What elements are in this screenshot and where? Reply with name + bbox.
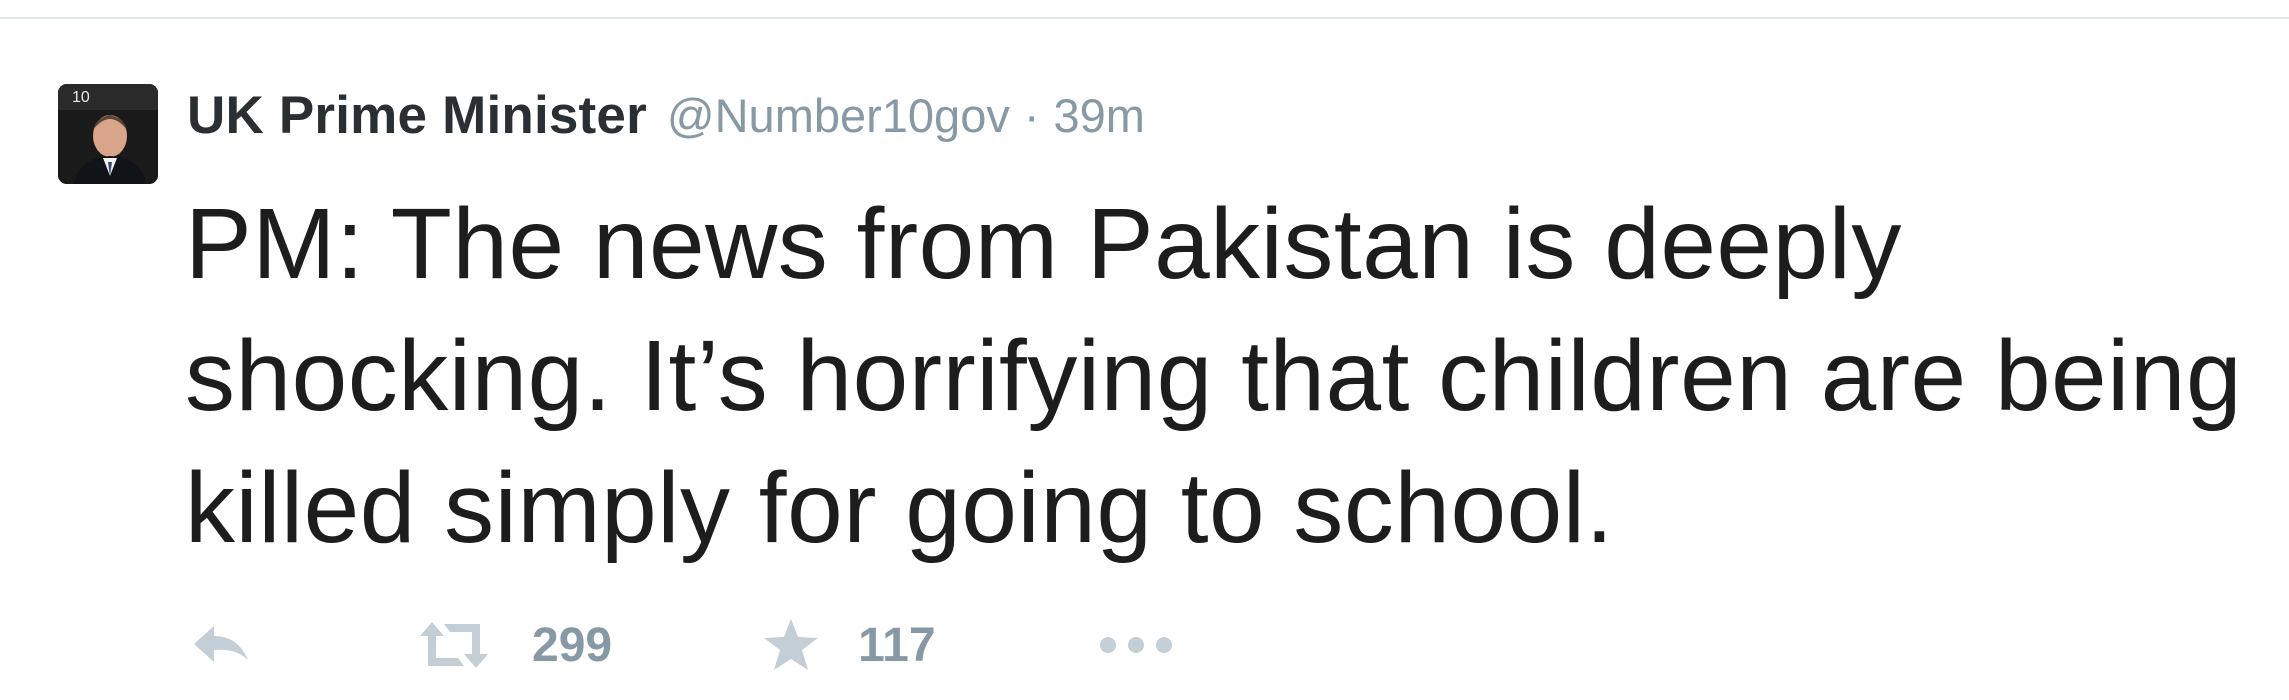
more-dots-icon xyxy=(1099,637,1172,653)
star-icon xyxy=(764,619,819,670)
reply-icon xyxy=(194,626,248,662)
tweet-card: 10 UK Prime Minister @Number10gov · 39m … xyxy=(0,0,2289,700)
tweet-actions: 299 117 xyxy=(190,605,1176,685)
retweet-count: 299 xyxy=(532,618,613,672)
timestamp[interactable]: 39m xyxy=(1054,88,1145,143)
more-button[interactable] xyxy=(1096,633,1176,657)
separator-dot: · xyxy=(1023,88,1040,142)
retweet-icon xyxy=(420,622,488,668)
tweet-text: PM: The news from Pakistan is deeply sho… xyxy=(185,188,2243,564)
favorite-count: 117 xyxy=(858,618,936,672)
favorite-button[interactable]: 117 xyxy=(762,617,936,673)
author-name[interactable]: UK Prime Minister xyxy=(187,85,647,146)
avatar-image: 10 xyxy=(58,84,158,184)
reply-button[interactable] xyxy=(190,620,254,670)
avatar-badge: 10 xyxy=(72,89,90,106)
avatar[interactable]: 10 xyxy=(58,84,158,184)
author-handle[interactable]: @Number10gov xyxy=(667,88,1010,143)
tweet-header: UK Prime Minister @Number10gov · 39m xyxy=(187,80,1145,150)
retweet-button[interactable]: 299 xyxy=(414,618,612,673)
